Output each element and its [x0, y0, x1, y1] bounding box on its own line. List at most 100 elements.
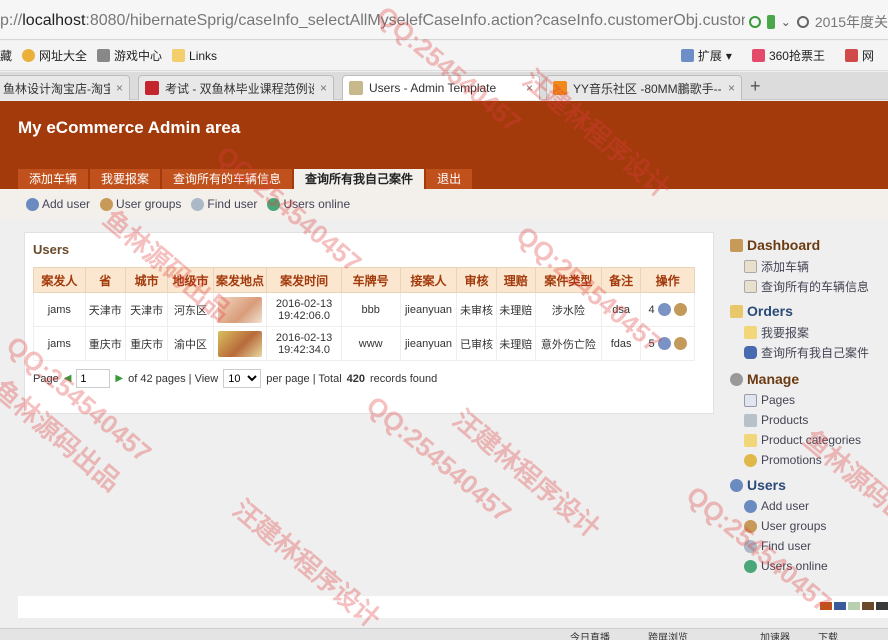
cell-note: dsa — [600, 292, 642, 327]
browser-tab[interactable]: 考试 - 双鱼林毕业课程范例设计× — [138, 75, 334, 100]
location-thumbnail[interactable] — [218, 296, 263, 323]
sidebar-item-products[interactable]: Products — [730, 410, 888, 430]
add-user-link[interactable]: Add user — [26, 197, 90, 211]
close-icon[interactable]: × — [116, 81, 123, 95]
sidebar-item-all-vehicles[interactable]: 查询所有的车辆信息 — [730, 276, 888, 296]
close-icon[interactable]: × — [526, 81, 533, 95]
url-field[interactable]: p://localhost:8080/hibernateSprig/caseIn… — [0, 12, 754, 30]
sidebar-group-manage[interactable]: Manage — [730, 368, 888, 390]
column-header[interactable]: 城市 — [124, 267, 169, 293]
cell-operations: 5 — [640, 326, 695, 361]
tab-strip: 鱼林设计淘宝店-淘宝网× 考试 - 双鱼林毕业课程范例设计× Users - A… — [0, 72, 888, 100]
theme-swatch[interactable] — [876, 602, 888, 610]
table-row: jams 天津市 天津市 河东区 2016-02-13 19:42:06.0 bb… — [33, 292, 695, 327]
theme-swatch[interactable] — [848, 602, 860, 610]
column-header[interactable]: 案发时间 — [266, 267, 342, 293]
address-bar[interactable]: p://localhost:8080/hibernateSprig/caseIn… — [0, 0, 888, 40]
per-page-select[interactable]: 10 — [223, 369, 262, 388]
browser-tab[interactable]: 鱼林设计淘宝店-淘宝网× — [0, 75, 130, 100]
search-input[interactable]: 2015年度关 — [815, 12, 888, 32]
tab-favicon-icon — [145, 81, 159, 95]
sidebar-item-my-cases[interactable]: 查询所有我自己案件 — [730, 342, 888, 362]
column-header[interactable]: 接案人 — [399, 267, 458, 293]
theme-swatch[interactable] — [862, 602, 874, 610]
sidebar-item-users-online[interactable]: Users online — [730, 556, 888, 576]
cell-datetime: 2016-02-13 19:42:34.0 — [266, 326, 342, 361]
user-edit-icon[interactable] — [657, 337, 671, 350]
bookmark-item[interactable]: Links — [172, 49, 217, 63]
address-dropdown-icon[interactable]: ⌄ — [781, 15, 791, 29]
folder-icon — [172, 49, 186, 62]
sidebar-item-user-groups[interactable]: User groups — [730, 516, 888, 536]
column-header[interactable]: 案发人 — [33, 267, 86, 293]
menu-item-all-vehicles[interactable]: 查询所有的车辆信息 — [162, 169, 293, 190]
menu-item-report-case[interactable]: 我要报案 — [90, 169, 161, 190]
bookmarks-bar: 藏 网址大全 游戏中心 Links 扩展 ▾ 360抢票王 网 — [0, 41, 888, 71]
cell-operations: 4 — [640, 292, 695, 327]
sidebar-item-product-categories[interactable]: Product categories — [730, 430, 888, 450]
menu-item-my-cases[interactable]: 查询所有我自己案件 — [294, 169, 425, 190]
bookmark-item[interactable]: 网址大全 — [22, 47, 87, 64]
column-header[interactable]: 理赔 — [495, 267, 536, 293]
extensions-button[interactable]: 扩展 ▾ — [680, 47, 732, 64]
column-header[interactable]: 地级市 — [167, 267, 214, 293]
magnifier-icon — [744, 539, 757, 553]
browser-tab-active[interactable]: Users - Admin Template × — [342, 75, 540, 100]
sidebar-item-pages[interactable]: Pages — [730, 390, 888, 410]
sidebar-group-orders[interactable]: Orders — [730, 300, 888, 322]
browser-tab[interactable]: YY音乐社区 -80MM鵬歌手-- × — [546, 75, 742, 100]
sidebar-item-find-user[interactable]: Find user — [730, 536, 888, 556]
new-tab-button[interactable]: + — [750, 76, 761, 97]
refresh-icon[interactable] — [748, 16, 761, 28]
column-header[interactable]: 操作 — [640, 267, 695, 293]
sidebar-item-add-user[interactable]: Add user — [730, 496, 888, 516]
cell-case-type: 涉水险 — [534, 292, 602, 327]
sidebar-item-promotions[interactable]: Promotions — [730, 450, 888, 470]
sidebar-item-report-case[interactable]: 我要报案 — [730, 322, 888, 342]
lightning-icon[interactable] — [766, 15, 775, 29]
color-theme-switcher — [820, 602, 888, 610]
close-icon[interactable]: × — [320, 81, 327, 95]
theme-swatch[interactable] — [834, 602, 846, 610]
magnifier-icon — [191, 197, 205, 211]
user-groups-link[interactable]: User groups — [100, 197, 181, 211]
status-item[interactable]: 下载 — [818, 629, 838, 640]
bookmark-item[interactable]: 360抢票王 — [751, 47, 825, 64]
column-header[interactable]: 省 — [84, 267, 126, 293]
sidebar-group-dashboard[interactable]: Dashboard — [730, 234, 888, 256]
status-item[interactable]: 今日直播 — [570, 629, 610, 640]
folder-icon — [730, 304, 743, 318]
column-header[interactable]: 车牌号 — [340, 267, 401, 293]
sidebar-group-users[interactable]: Users — [730, 474, 888, 496]
cell-person: jams — [33, 292, 86, 327]
sidebar-item-add-vehicle[interactable]: 添加车辆 — [730, 256, 888, 276]
user-delete-icon[interactable] — [673, 303, 687, 316]
gear-icon — [730, 372, 743, 386]
user-delete-icon[interactable] — [673, 337, 687, 350]
search-icon[interactable] — [796, 16, 809, 28]
location-thumbnail[interactable] — [218, 330, 263, 357]
users-online-link[interactable]: Users online — [267, 197, 350, 211]
find-user-link[interactable]: Find user — [191, 197, 257, 211]
user-edit-icon[interactable] — [657, 303, 671, 316]
column-header[interactable]: 案件类型 — [534, 267, 602, 293]
page-icon — [744, 393, 757, 407]
page-number-input[interactable] — [76, 369, 111, 388]
status-item[interactable]: 跨屏浏览 — [648, 629, 688, 640]
menu-item-logout[interactable]: 退出 — [426, 169, 473, 190]
grid-icon — [680, 49, 694, 62]
column-header[interactable]: 案发地点 — [212, 267, 268, 293]
menu-item-add-vehicle[interactable]: 添加车辆 — [18, 169, 89, 190]
theme-swatch[interactable] — [820, 602, 832, 610]
status-item[interactable]: 加速器 — [760, 629, 790, 640]
cell-note: fdas — [600, 326, 642, 361]
column-header[interactable]: 审核 — [456, 267, 497, 293]
close-icon[interactable]: × — [728, 81, 735, 95]
bookmark-item[interactable]: 网 — [844, 47, 874, 64]
next-page-icon[interactable]: ▶ — [115, 373, 123, 384]
bookmark-item[interactable]: 游戏中心 — [97, 47, 162, 64]
column-header[interactable]: 备注 — [600, 267, 642, 293]
prev-page-icon[interactable]: ◀ — [64, 373, 72, 384]
cell-district: 河东区 — [167, 292, 214, 327]
bookmark-item[interactable]: 藏 — [0, 47, 12, 64]
